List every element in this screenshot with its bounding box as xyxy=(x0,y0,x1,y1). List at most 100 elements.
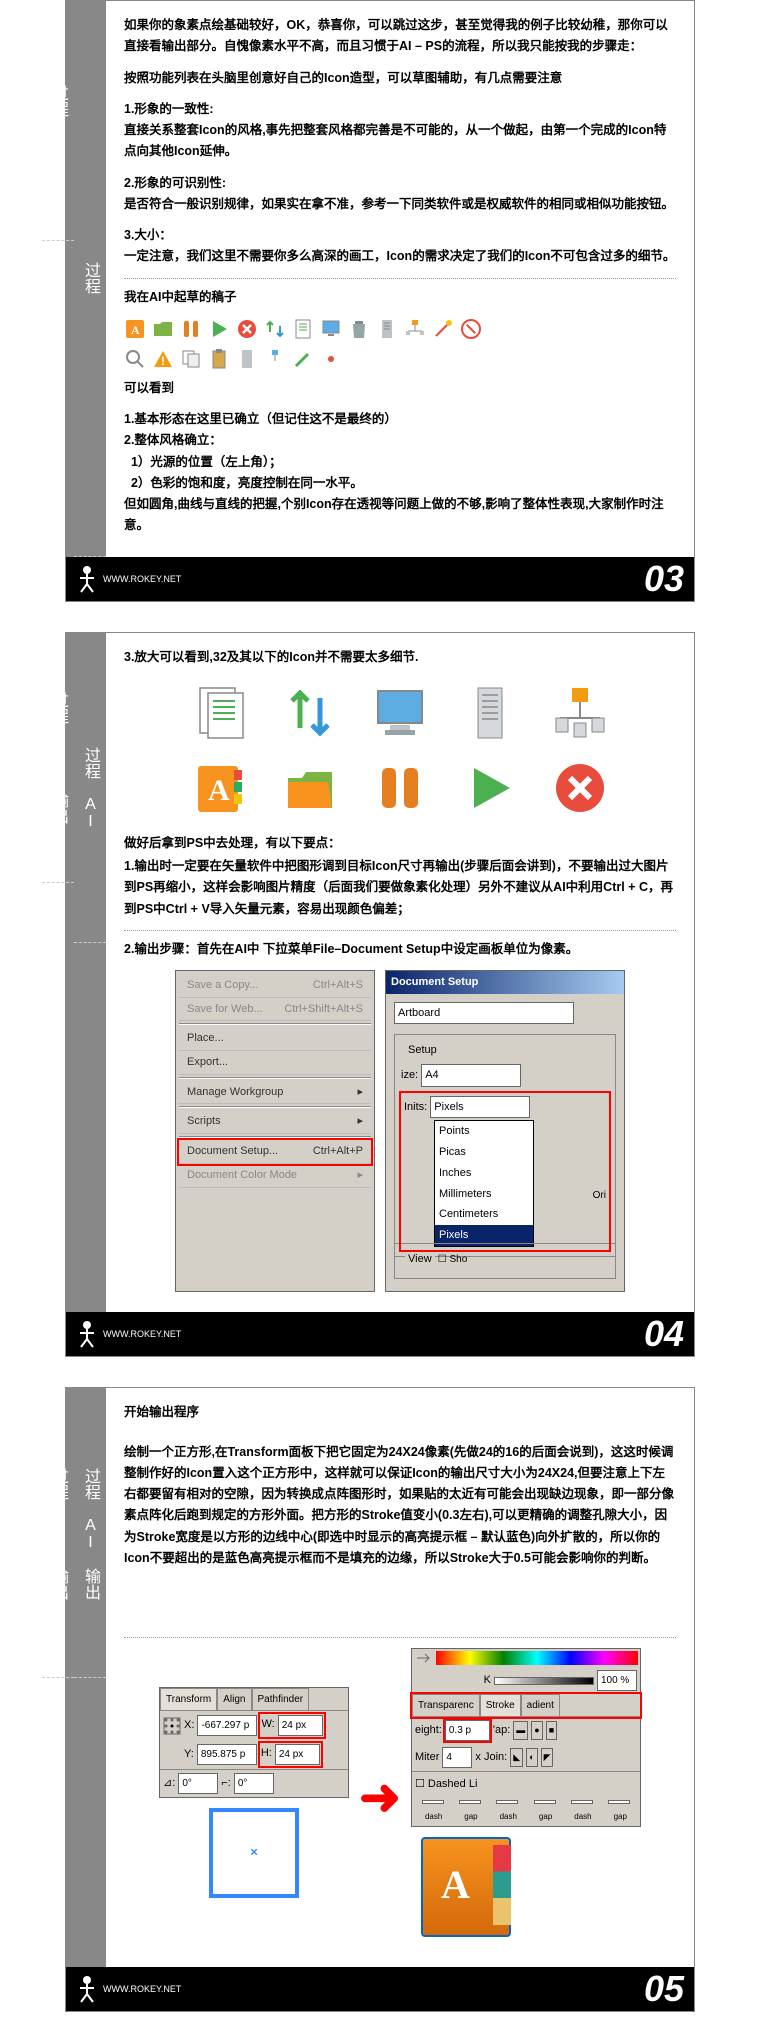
divider xyxy=(124,930,676,931)
tab-gradient[interactable]: adient xyxy=(521,1694,560,1716)
footer-url: WWW.ROKEY.NET xyxy=(103,1984,181,1994)
cap-round-icon[interactable]: ● xyxy=(531,1721,542,1740)
join-icon[interactable]: ◐ xyxy=(526,1748,537,1767)
screenshot-row: Transform Align Pathfinder X:-667.297 p … xyxy=(124,1648,676,1947)
main-content: 3.放大可以看到,32及其以下的Icon并不需要太多细节. A 做好后拿到PS中… xyxy=(106,633,694,1313)
menu-item-doc-setup[interactable]: Document Setup...Ctrl+Alt+P xyxy=(179,1140,371,1164)
label: gap xyxy=(464,1810,477,1824)
tab-transparency[interactable]: Transparenc xyxy=(412,1694,480,1716)
menu-item[interactable]: Scripts▸ xyxy=(179,1110,371,1134)
x-input[interactable]: -667.297 p xyxy=(197,1715,257,1736)
fieldset-label: Setup xyxy=(405,1041,440,1060)
paragraph: 1.输出时一定要在矢量软件中把图形调到目标Icon尺寸再输出(步骤后面会讲到)，… xyxy=(124,856,676,920)
main-content: 如果你的象素点绘基础较好，OK，恭喜你，可以跳过这步，甚至觉得我的例子比较幼稚，… xyxy=(106,1,694,557)
svg-text:A: A xyxy=(208,774,230,807)
page-05: 过程 AI 输出 过程 AI 输出 开始输出程序 绘制一个正方形,在Transf… xyxy=(65,1387,695,2012)
observe-title: 可以看到 xyxy=(124,378,676,399)
label: Inits: xyxy=(404,1101,427,1113)
gap-input[interactable] xyxy=(459,1800,481,1804)
miter-input[interactable]: 4 xyxy=(442,1747,472,1768)
cap-butt-icon[interactable]: ▬ xyxy=(513,1721,528,1740)
weight-input[interactable]: 0.3 p xyxy=(445,1720,490,1741)
cap-square-icon[interactable]: ■ xyxy=(546,1721,557,1740)
server-icon xyxy=(236,348,258,370)
pencil-icon xyxy=(292,348,314,370)
list-item: 2.整体风格确立： xyxy=(124,430,676,451)
gap-input[interactable] xyxy=(534,1800,556,1804)
dash-input[interactable] xyxy=(496,1800,518,1804)
tab-transform[interactable]: Transform xyxy=(160,1688,217,1710)
menu-item[interactable]: Manage Workgroup▸ xyxy=(179,1081,371,1105)
tab-bar: Transparenc Stroke adient xyxy=(412,1694,640,1717)
sidebar: 过程 AI 输出 过程 AI 输出 xyxy=(66,1388,106,1967)
option[interactable]: Points xyxy=(435,1121,533,1142)
draft-title: 我在AI中起草的稿子 xyxy=(124,287,676,308)
heading: 1.形象的一致性:直接关系整套Icon的风格,事先把整套风格都完善是不可能的，从… xyxy=(124,99,676,163)
footer-url: WWW.ROKEY.NET xyxy=(103,1329,181,1339)
book-icon: A xyxy=(124,318,146,340)
network-icon xyxy=(264,348,286,370)
folder-icon xyxy=(152,318,174,340)
tab-stroke[interactable]: Stroke xyxy=(480,1694,521,1716)
network-icon xyxy=(550,683,610,743)
label: W: xyxy=(261,1715,274,1736)
y-input[interactable]: 895.875 p xyxy=(197,1744,257,1765)
warning-icon: ! xyxy=(152,348,174,370)
document-icon xyxy=(292,318,314,340)
option[interactable]: Picas xyxy=(435,1142,533,1163)
k-slider[interactable] xyxy=(494,1677,594,1685)
page-footer: WWW.ROKEY.NET 05 xyxy=(66,1967,694,2011)
units-select[interactable]: Pixels xyxy=(430,1096,530,1119)
dash-input[interactable] xyxy=(422,1800,444,1804)
server-icon xyxy=(376,318,398,340)
option[interactable]: Centimeters xyxy=(435,1204,533,1225)
menu-item[interactable]: Save a Copy...Ctrl+Alt+S xyxy=(179,974,371,998)
arrows-icon xyxy=(414,1651,432,1665)
paragraph: 但如圆角,曲线与直线的把握,个别Icon存在透视等问题上做的不够,影响了整体性表… xyxy=(124,494,676,537)
book-icon-preview xyxy=(421,1837,511,1937)
dot-icon xyxy=(320,348,342,370)
tab-pathfinder[interactable]: Pathfinder xyxy=(252,1688,310,1710)
join-icon[interactable]: ◣ xyxy=(510,1748,523,1767)
menu-item[interactable]: Save for Web...Ctrl+Shift+Alt+S xyxy=(179,998,371,1022)
tab-align[interactable]: Align xyxy=(217,1688,251,1710)
angle-input[interactable]: 0° xyxy=(178,1773,218,1794)
play-icon xyxy=(208,318,230,340)
color-slider[interactable] xyxy=(436,1651,638,1665)
menu-item[interactable]: Place... xyxy=(179,1027,371,1051)
option[interactable]: Millimeters xyxy=(435,1184,533,1205)
h-input[interactable]: 24 px xyxy=(275,1744,320,1765)
artboard-select[interactable]: Artboard xyxy=(394,1002,574,1025)
checkbox-label[interactable]: Dashed Li xyxy=(428,1778,478,1790)
svg-text:!: ! xyxy=(161,354,165,368)
list-item: 2）色彩的饱和度，亮度控制在同一水平。 xyxy=(124,473,676,494)
pct-input[interactable]: 100 % xyxy=(597,1670,637,1691)
page-number: 05 xyxy=(644,1968,684,2010)
join-icon[interactable]: ◤ xyxy=(541,1748,554,1767)
label: X: xyxy=(184,1716,194,1735)
label: H: xyxy=(261,1744,272,1765)
zoom-icon xyxy=(124,348,146,370)
w-input[interactable]: 24 px xyxy=(278,1715,323,1736)
sidebar: 过程 过程 AI xyxy=(66,1,106,557)
wand-icon xyxy=(432,318,454,340)
sidebar-label: 过程 AI 输出 xyxy=(42,633,74,883)
shear-input[interactable]: 0° xyxy=(234,1773,274,1794)
list-item: 1.基本形态在这里已确立（但记住这不是最终的） xyxy=(124,409,676,430)
label: Ori xyxy=(593,1187,606,1204)
menu-item[interactable]: Document Color Mode▸ xyxy=(179,1164,371,1188)
paragraph: 如果你的象素点绘基础较好，OK，恭喜你，可以跳过这步，甚至觉得我的例子比较幼稚，… xyxy=(124,15,676,58)
gap-input[interactable] xyxy=(608,1800,630,1804)
logo-icon xyxy=(76,564,98,594)
menu-item[interactable]: Export... xyxy=(179,1051,371,1075)
checkbox-label[interactable]: Sho xyxy=(449,1254,467,1265)
footer-logo: WWW.ROKEY.NET xyxy=(76,564,181,594)
reference-point-icon[interactable] xyxy=(163,1717,181,1735)
heading: 2.形象的可识别性:是否符合一般识别规律，如果实在拿不准，参考一下同类软件或是权… xyxy=(124,173,676,216)
size-select[interactable]: A4 xyxy=(421,1064,521,1087)
paragraph: 绘制一个正方形,在Transform面板下把它固定为24X24像素(先做24的1… xyxy=(124,1442,676,1570)
sidebar-label: 过程 xyxy=(74,1,106,557)
main-content: 开始输出程序 绘制一个正方形,在Transform面板下把它固定为24X24像素… xyxy=(106,1388,694,1967)
option[interactable]: Inches xyxy=(435,1163,533,1184)
dash-input[interactable] xyxy=(571,1800,593,1804)
